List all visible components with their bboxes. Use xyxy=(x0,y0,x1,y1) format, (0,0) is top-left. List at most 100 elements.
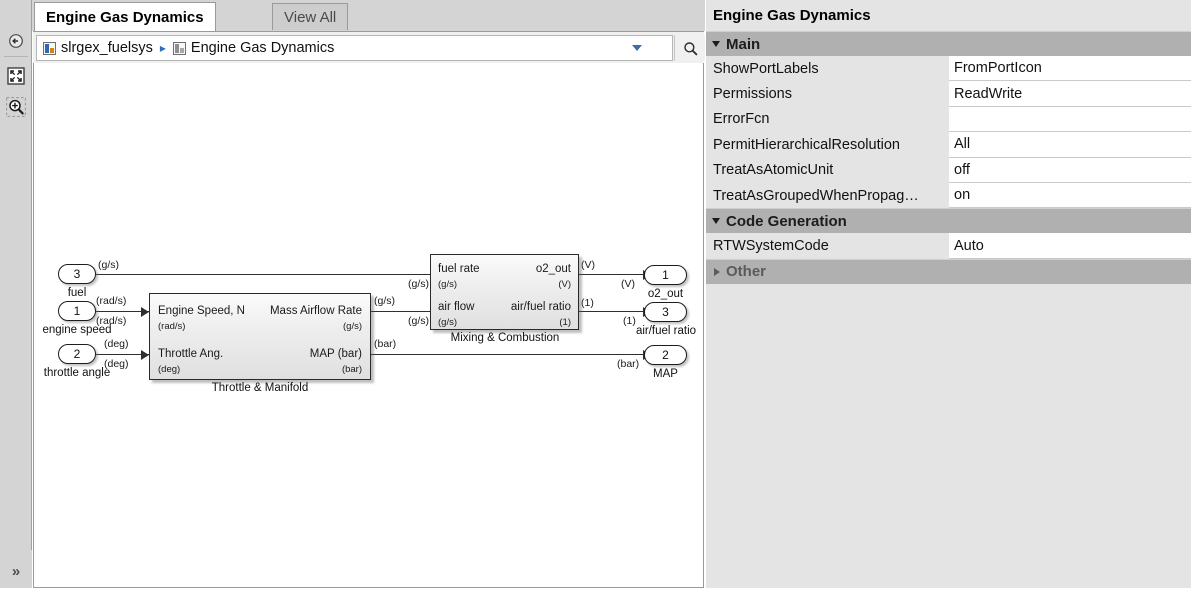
block-output-port-unit: (bar) xyxy=(341,364,362,375)
outport-number: 1 xyxy=(662,268,669,282)
tab-view-all[interactable]: View All xyxy=(272,3,349,30)
property-section-label: Main xyxy=(726,35,761,53)
signal-line-fuel xyxy=(96,274,449,276)
block-mixing-and-combustion-label: Mixing & Combustion xyxy=(450,332,560,344)
property-value[interactable]: Auto xyxy=(949,233,1191,259)
signal-line-air-fuel-ratio xyxy=(579,311,643,313)
signal-label-airflow-dst: (g/s) xyxy=(408,315,429,327)
block-input-port-label: air flow xyxy=(438,301,475,313)
inport-throttle-angle[interactable]: 2 xyxy=(58,344,96,364)
outport-number: 3 xyxy=(662,305,669,319)
outport-map[interactable]: 2 xyxy=(644,345,687,365)
breadcrumb[interactable]: slrgex_fuelsys ▸ Engine Gas Dynamics xyxy=(36,35,673,61)
outport-o2-out[interactable]: 1 xyxy=(644,265,687,285)
inport-number: 2 xyxy=(73,347,81,361)
signal-label-throttle-src: (deg) xyxy=(104,338,129,350)
chevron-down-icon xyxy=(712,41,720,47)
inport-engine-speed[interactable]: 1 xyxy=(58,301,96,321)
zoom-in-button[interactable] xyxy=(5,96,27,118)
property-value[interactable]: All xyxy=(949,132,1191,158)
block-input-port-label: fuel rate xyxy=(438,263,480,275)
zoom-in-icon xyxy=(6,97,26,117)
signal-label-o2-src: (V) xyxy=(581,259,595,271)
back-to-parent-button[interactable] xyxy=(5,30,27,52)
inport-throttle-angle-label: throttle angle xyxy=(43,367,111,379)
block-output-port-label: air/fuel ratio xyxy=(510,301,571,313)
signal-label-fuel-dst: (g/s) xyxy=(408,278,429,290)
property-row-treatasatomicunit[interactable]: TreatAsAtomicUnit off xyxy=(706,157,1191,183)
block-output-port-label: o2_out xyxy=(535,263,571,275)
property-row-permissions[interactable]: Permissions ReadWrite xyxy=(706,81,1191,107)
property-key: PermitHierarchicalResolution xyxy=(706,132,949,158)
property-row-treatasgroupedwhenpropagating[interactable]: TreatAsGroupedWhenPropag… on xyxy=(706,182,1191,209)
inport-fuel-label: fuel xyxy=(67,287,87,299)
tab-label: View All xyxy=(284,8,337,26)
property-value[interactable]: FromPortIcon xyxy=(949,56,1191,82)
property-row-showportlabels[interactable]: ShowPortLabels FromPortIcon xyxy=(706,56,1191,82)
property-section-label: Code Generation xyxy=(726,212,847,230)
outport-number: 2 xyxy=(662,348,669,362)
model-canvas[interactable]: (g/s) (g/s) (rad/s) (rad/s) (deg) (deg) … xyxy=(33,63,704,588)
property-row-errorfcn[interactable]: ErrorFcn xyxy=(706,106,1191,133)
signal-label-o2-dst: (V) xyxy=(621,278,635,290)
block-input-port-unit: (rad/s) xyxy=(158,321,186,332)
outport-map-label: MAP xyxy=(653,368,678,380)
block-output-port-label: MAP (bar) xyxy=(309,348,362,360)
block-output-port-unit: (1) xyxy=(559,317,571,328)
left-toolbar: » xyxy=(0,0,32,593)
chevron-down-icon[interactable] xyxy=(632,45,642,51)
block-output-port-unit: (g/s) xyxy=(343,321,362,332)
block-input-port-unit: (deg) xyxy=(158,364,181,375)
property-key: TreatAsAtomicUnit xyxy=(706,157,949,183)
property-section-main[interactable]: Main xyxy=(706,31,1191,56)
breadcrumb-bar: slrgex_fuelsys ▸ Engine Gas Dynamics xyxy=(33,31,705,63)
block-input-port-unit: (g/s) xyxy=(438,317,457,328)
signal-arrow-throttle-angle xyxy=(141,350,149,360)
block-input-port-label: Engine Speed, N xyxy=(158,305,245,317)
property-section-other[interactable]: Other xyxy=(706,258,1191,284)
outport-air-fuel-ratio-label: air/fuel ratio xyxy=(635,325,697,337)
breadcrumb-item-model[interactable]: slrgex_fuelsys xyxy=(43,40,153,56)
block-input-port-label: Throttle Ang. xyxy=(158,348,224,360)
expand-toolbar-label: » xyxy=(11,563,21,580)
inport-number: 3 xyxy=(73,267,81,281)
property-key: TreatAsGroupedWhenPropag… xyxy=(706,182,949,209)
property-value[interactable] xyxy=(949,106,1191,133)
block-mixing-and-combustion[interactable]: fuel rate (g/s) air flow (g/s) o2_out (V… xyxy=(430,254,579,330)
tab-engine-gas-dynamics[interactable]: Engine Gas Dynamics xyxy=(34,2,216,32)
outport-air-fuel-ratio[interactable]: 3 xyxy=(644,302,687,322)
model-icon xyxy=(43,41,56,55)
search-button[interactable] xyxy=(674,35,705,61)
block-throttle-and-manifold[interactable]: Engine Speed, N (rad/s) Throttle Ang. (d… xyxy=(149,293,371,380)
block-output-port-label: Mass Airflow Rate xyxy=(269,305,362,317)
block-diagram: (g/s) (g/s) (rad/s) (rad/s) (deg) (deg) … xyxy=(34,63,703,586)
property-key: ErrorFcn xyxy=(706,106,949,133)
chevron-right-icon xyxy=(714,267,720,276)
property-key: RTWSystemCode xyxy=(706,233,949,259)
property-section-code-generation[interactable]: Code Generation xyxy=(706,208,1191,234)
breadcrumb-item-subsystem[interactable]: Engine Gas Dynamics xyxy=(172,40,335,56)
property-value[interactable]: ReadWrite xyxy=(949,81,1191,107)
signal-label-fuel-src: (g/s) xyxy=(98,259,119,271)
property-row-rtwsystemcode[interactable]: RTWSystemCode Auto xyxy=(706,233,1191,259)
inport-engine-speed-label: engine speed xyxy=(42,324,112,336)
signal-label-afr-src: (1) xyxy=(581,297,594,309)
property-value[interactable]: off xyxy=(949,157,1191,183)
window-bottom-edge xyxy=(0,588,1191,593)
signal-label-engine-speed-src: (rad/s) xyxy=(96,295,127,307)
fit-to-view-button[interactable] xyxy=(5,65,27,87)
property-key: Permissions xyxy=(706,81,949,107)
arrow-left-circle-icon xyxy=(9,34,23,48)
signal-label-map-src: (bar) xyxy=(374,338,397,350)
inport-fuel[interactable]: 3 xyxy=(58,264,96,284)
property-panel-title: Engine Gas Dynamics xyxy=(706,0,1191,31)
outport-o2-out-label: o2_out xyxy=(647,288,684,300)
breadcrumb-label: Engine Gas Dynamics xyxy=(190,40,335,56)
tab-bar: Engine Gas Dynamics View All xyxy=(32,0,705,32)
property-value[interactable]: on xyxy=(949,182,1191,209)
block-input-port-unit: (g/s) xyxy=(438,279,457,290)
signal-line-o2-out xyxy=(579,274,643,276)
expand-toolbar-button[interactable]: » xyxy=(0,550,32,593)
property-row-permithierarchicalresolution[interactable]: PermitHierarchicalResolution All xyxy=(706,132,1191,158)
signal-arrow-engine-speed xyxy=(141,307,149,317)
